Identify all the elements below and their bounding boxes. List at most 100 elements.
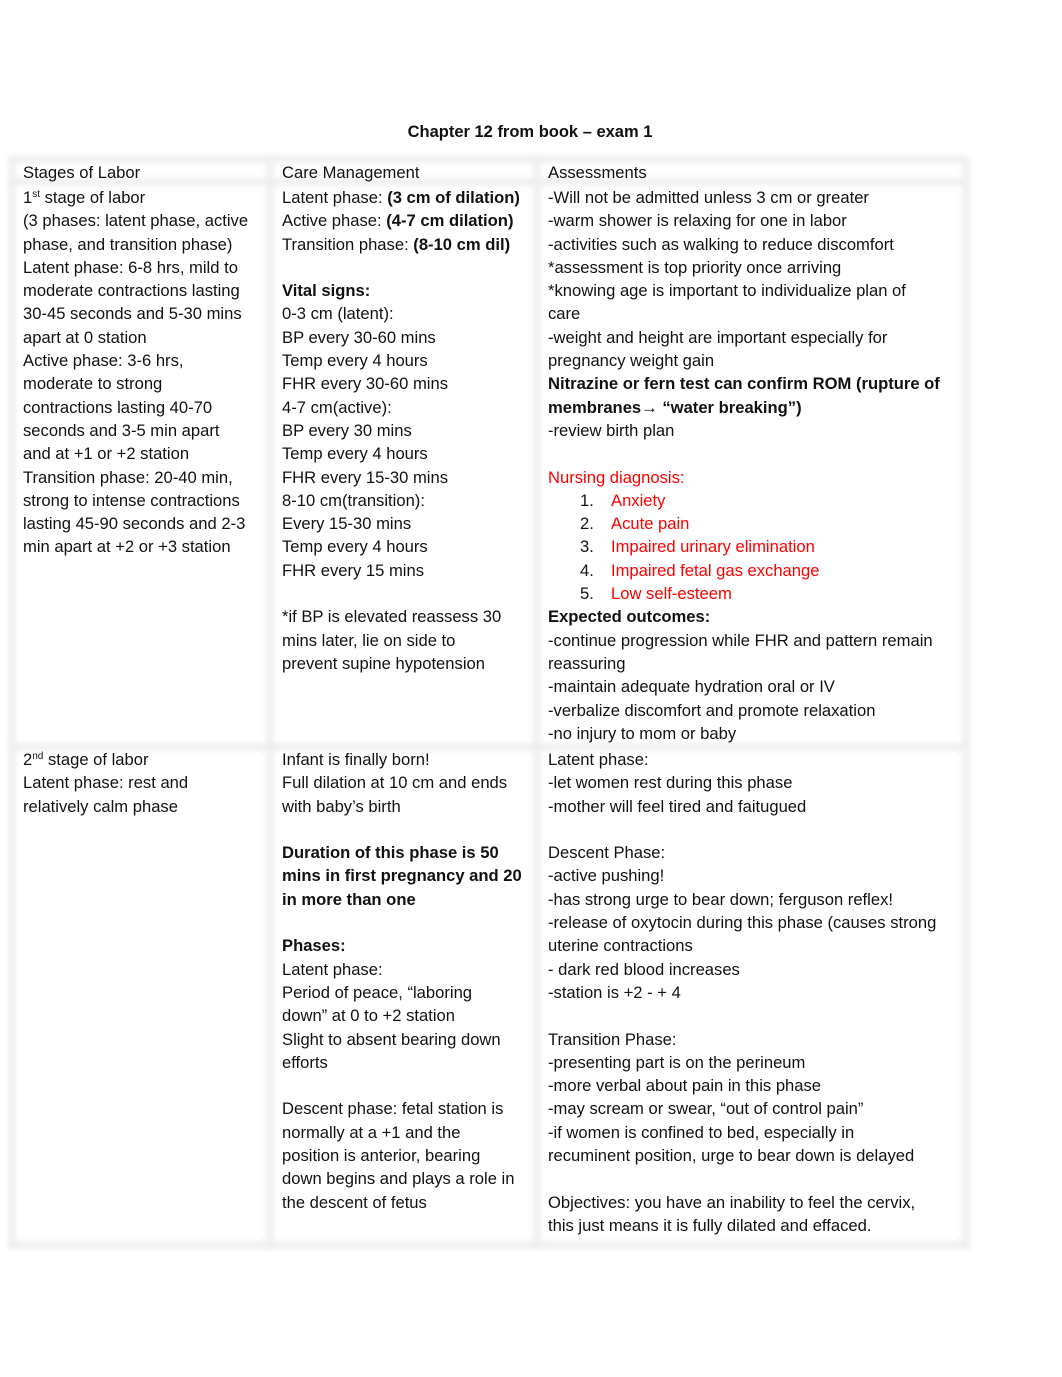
phase-dilation-line: Latent phase: (3 cm of dilation) [282,186,520,209]
descent-line: normally at a +1 and the [282,1122,461,1142]
ordinal-suffix: st [32,189,41,200]
diagnosis-text: Acute pain [611,514,690,534]
table-border-left [9,158,15,1248]
text-line: contractions lasting 40-70 [23,397,213,417]
list-number: 5. [580,584,594,604]
latent-line: Latent phase: [282,959,383,979]
transition-assess-line: -more verbal about pain in this phase [548,1076,822,1096]
text-line: (3 phases: latent phase, active [23,211,249,231]
text-line: seconds and 3-5 min apart [23,420,220,440]
assessment-line: -warm shower is relaxing for one in labo… [548,211,847,231]
vital-line: FHR every 15 mins [282,560,425,580]
expected-outcomes-heading: Expected outcomes: [548,607,711,627]
row2-assess-cell: Latent phase: -let women rest during thi… [548,748,936,1237]
latent-line: Period of peace, “laboring [282,982,473,1002]
duration-line: in more than one [282,889,416,909]
row1-assess-cell: -Will not be admitted unless 3 cm or gre… [548,186,940,745]
header-care-management: Care Management [282,161,419,184]
descent-assess-line: - dark red blood increases [548,959,740,979]
header-text: Assessments [548,163,647,182]
vital-line: FHR every 15-30 mins [282,467,448,487]
text-line: strong to intense contractions [23,490,240,510]
assessment-line: care [548,304,581,324]
list-number: 4. [580,560,594,580]
stage-heading: 1st stage of labor [23,186,248,209]
vital-signs-heading: Vital signs: [282,281,371,301]
header-text: Care Management [282,163,420,182]
assessment-line: -weight and height are important especia… [548,327,888,347]
vital-line: Every 15-30 mins [282,514,412,534]
descent-line: Descent phase: fetal station is [282,1099,504,1119]
text-line: moderate contractions lasting [23,281,240,301]
vital-line: BP every 30 mins [282,420,412,440]
objectives-line: this just means it is fully dilated and … [548,1215,872,1235]
diagnosis-text: Impaired urinary elimination [611,537,815,557]
outcome-line: reassuring [548,653,626,673]
transition-assess-line: recuminent position, urge to bear down i… [548,1146,915,1166]
descent-assess-line: -release of oxytocin during this phase (… [548,913,937,933]
diagnosis-text: Anxiety [611,490,666,510]
rom-test-line: membranes→ “water breaking”) [548,396,940,419]
document-title: Chapter 12 from book – exam 1 [407,123,653,141]
vital-line: 0-3 cm (latent): [282,304,394,324]
bp-note-line: mins later, lie on side to [282,630,456,650]
latent-line: down” at 0 to +2 station [282,1006,455,1026]
nursing-diagnosis-item: 4. Impaired fetal gas exchange [548,559,940,582]
membranes-text: membranes [548,397,642,417]
table-border-right [963,158,969,1248]
duration-line: mins in first pregnancy and 20 [282,866,522,886]
text-line: moderate to strong [23,374,163,394]
ordinal-suffix: nd [32,751,44,762]
latent-line: efforts [282,1052,328,1072]
nursing-diagnosis-item: 2. Acute pain [548,512,940,535]
text-line: with baby’s birth [282,796,401,816]
header-text: Stages of Labor [23,163,141,182]
vital-line: BP every 30-60 mins [282,327,436,347]
table-border-bottom [11,1242,967,1248]
assessment-line: *knowing age is important to individuali… [548,281,906,301]
nursing-diagnosis-item: 3. Impaired urinary elimination [548,535,940,558]
descent-assess-line: Descent Phase: [548,843,666,863]
labor-stages-table: Stages of Labor Care Management Assessme… [9,156,969,1248]
phase-dilation-line: Transition phase: (8-10 cm dil) [282,233,520,256]
column-divider-2 [534,158,540,1248]
vital-line: Temp every 4 hours [282,444,428,464]
latent-line: Slight to absent bearing down [282,1029,501,1049]
header-row-divider [11,179,967,185]
text-line: Full dilation at 10 cm and ends [282,773,508,793]
list-number: 2. [580,514,594,534]
phase-dilation-line: Active phase: (4-7 cm dilation) [282,209,520,232]
assessment-line: -Will not be admitted unless 3 cm or gre… [548,188,869,207]
text-line: Active phase: 3-6 hrs, [23,351,184,371]
row2-stage-cell: 2nd stage of labor Latent phase: rest an… [23,748,188,818]
bp-note-line: *if BP is elevated reassess 30 [282,607,502,627]
text-line: lasting 45-90 seconds and 2-3 [23,514,246,534]
phase-label: Active phase: [282,211,387,231]
stage-number: 1 [23,188,33,207]
phase-dilation: (8-10 cm dil) [413,234,511,254]
text-line: min apart at +2 or +3 station [23,537,231,557]
phase-label: Transition phase: [282,234,414,254]
outcome-line: -verbalize discomfort and promote relaxa… [548,700,876,720]
row1-care-cell: Latent phase: (3 cm of dilation) Active … [282,186,520,675]
vital-line: FHR every 30-60 mins [282,374,448,394]
diagnosis-text: Low self-esteem [611,584,732,604]
latent-assess-line: -mother will feel tired and faitugued [548,796,807,816]
vital-line: Temp every 4 hours [282,351,428,371]
transition-assess-line: -presenting part is on the perineum [548,1052,806,1072]
text-line: relatively calm phase [23,796,178,816]
text-line: Latent phase: rest and [23,773,189,793]
header-assessments: Assessments [548,161,647,184]
list-number: 1. [580,490,594,510]
phase-dilation: (3 cm of dilation) [387,188,520,207]
diagnosis-text: Impaired fetal gas exchange [611,560,820,580]
stage-number: 2 [23,750,33,769]
bp-note-line: prevent supine hypotension [282,653,485,673]
arrow-right-icon: → [641,397,658,417]
duration-line: Duration of this phase is 50 [282,843,499,863]
